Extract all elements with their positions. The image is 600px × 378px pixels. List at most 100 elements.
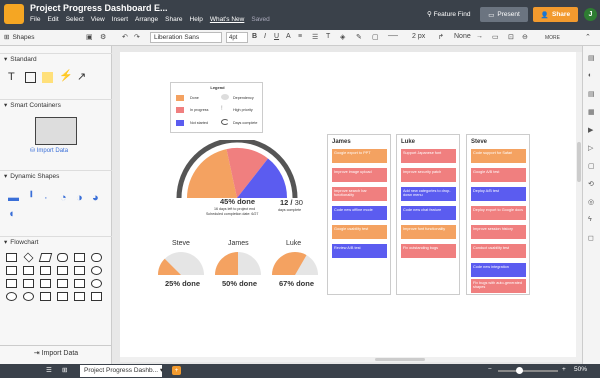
or-shape-icon[interactable] xyxy=(23,292,34,301)
document-title[interactable]: Project Progress Dashboard E... xyxy=(30,3,168,13)
preparation-shape-icon[interactable] xyxy=(40,266,51,275)
zoom-in-icon[interactable]: + xyxy=(562,366,566,373)
menu-view[interactable]: View xyxy=(91,16,105,23)
image-icon[interactable]: ▣ xyxy=(86,33,93,41)
menu-help[interactable]: Help xyxy=(190,16,203,23)
display-shape-icon[interactable] xyxy=(57,266,68,275)
task-card[interactable]: Code support for Safari xyxy=(471,149,526,163)
task-card[interactable]: Support Japanese font xyxy=(401,149,456,163)
zoom-out-icon[interactable]: − xyxy=(488,366,492,373)
task-card[interactable]: Deploy export to Google docs xyxy=(471,206,526,220)
font-size-select[interactable]: 4pt xyxy=(226,32,248,43)
bold-icon[interactable]: B xyxy=(252,33,257,40)
subprocess-shape-icon[interactable] xyxy=(6,266,17,275)
menu-select[interactable]: Select xyxy=(66,16,84,23)
task-card[interactable]: Code new offline mode xyxy=(332,206,387,220)
settings-icon[interactable]: ⚙ xyxy=(100,33,106,41)
task-card[interactable]: Improve session history xyxy=(471,225,526,239)
add-page-icon[interactable]: + xyxy=(172,366,181,375)
present-button[interactable]: ▭ Present xyxy=(480,7,528,22)
align-icon[interactable]: ≡ xyxy=(298,33,302,40)
vertical-scroll-thumb[interactable] xyxy=(577,142,581,182)
task-card[interactable]: Review A/B test xyxy=(332,244,387,258)
menu-share[interactable]: Share xyxy=(165,16,182,23)
link-icon[interactable]: ⊖ xyxy=(522,33,528,41)
arrow-end-icon[interactable]: → xyxy=(476,33,483,40)
note-shape-icon[interactable] xyxy=(42,72,53,83)
more-button[interactable]: MORE xyxy=(545,35,560,41)
zoom-slider[interactable] xyxy=(498,367,558,374)
section-dynamic-shapes[interactable]: ▾ Dynamic Shapes xyxy=(0,170,112,182)
arrow-shape-icon[interactable]: ↗ xyxy=(77,72,86,83)
page-settings-icon[interactable]: ▤ xyxy=(588,54,595,62)
task-card[interactable]: Google A/B test xyxy=(471,168,526,182)
zoom-level[interactable]: 50% xyxy=(574,366,587,373)
history-icon[interactable]: ⟲ xyxy=(588,180,594,188)
offpage-shape-icon[interactable] xyxy=(6,279,17,288)
annotation-shape-icon[interactable] xyxy=(91,292,102,301)
delay-shape-icon[interactable] xyxy=(57,279,68,288)
import-data-link[interactable]: ⛁ Import Data xyxy=(30,147,68,154)
menu-insert[interactable]: Insert xyxy=(112,16,128,23)
style-icon[interactable]: ▭ xyxy=(492,33,499,41)
loop-shape-icon[interactable] xyxy=(74,279,85,288)
menu-arrange[interactable]: Arrange xyxy=(135,16,158,23)
manual-input-shape-icon[interactable] xyxy=(23,266,34,275)
comment-icon[interactable]: ▢ xyxy=(588,162,595,170)
circle-shape-icon[interactable] xyxy=(91,279,102,288)
column-james[interactable]: James Google export to PPT Improve image… xyxy=(327,134,391,295)
shadow-icon[interactable]: ▢ xyxy=(372,33,379,41)
stroke-width-select[interactable]: 2 px xyxy=(412,33,425,40)
line-style-icon[interactable]: ── xyxy=(388,33,398,40)
fill-icon[interactable]: ◈ xyxy=(340,33,345,41)
card-shape-icon[interactable] xyxy=(74,266,85,275)
task-card[interactable]: Fix outstanding bugs xyxy=(401,244,456,258)
decision-shape-icon[interactable] xyxy=(23,252,34,263)
data-shape-icon[interactable] xyxy=(38,253,53,262)
share-button[interactable]: 👤 Share xyxy=(533,7,578,22)
feature-find-button[interactable]: ⚲ Feature Find xyxy=(427,10,470,18)
summing-shape-icon[interactable] xyxy=(6,292,17,301)
process-shape-icon[interactable] xyxy=(6,253,17,262)
dynamic-shape-6-icon[interactable]: ◕ xyxy=(92,193,99,204)
database-shape-icon[interactable] xyxy=(57,253,68,262)
page-tab[interactable]: Project Progress Dashb... ▾ xyxy=(80,365,163,377)
rectangle-shape-icon[interactable] xyxy=(25,72,36,83)
underline-icon[interactable]: U xyxy=(274,33,279,40)
menu-whats-new[interactable]: What's New xyxy=(210,16,244,23)
tape-shape-icon[interactable] xyxy=(74,292,85,301)
avatar[interactable]: J xyxy=(584,8,597,21)
text-style-icon[interactable]: T xyxy=(326,33,330,40)
format-icon[interactable]: ◐ xyxy=(588,72,592,79)
column-steve[interactable]: Steve Code support for Safari Google A/B… xyxy=(466,134,530,295)
font-select[interactable]: Liberation Sans xyxy=(150,32,222,43)
dynamic-shape-4-icon[interactable]: ◔ xyxy=(60,193,67,204)
task-card[interactable]: Improve image upload xyxy=(332,168,387,182)
task-card[interactable]: Improve search bar functionality xyxy=(332,187,387,201)
list-icon[interactable]: ☰ xyxy=(312,33,318,41)
redo-icon[interactable]: ↷ xyxy=(134,33,140,41)
lock-icon[interactable]: ⊡ xyxy=(508,33,514,41)
grid-view-icon[interactable]: ⊞ xyxy=(62,366,67,374)
italic-icon[interactable]: I xyxy=(264,33,266,40)
task-card[interactable]: Improve font functionality xyxy=(401,225,456,239)
section-smart-containers[interactable]: ▾ Smart Containers xyxy=(0,99,112,111)
task-card[interactable]: Code new chat feature xyxy=(401,206,456,220)
video-icon[interactable]: ▷ xyxy=(588,144,593,152)
section-standard[interactable]: ▾ Standard xyxy=(0,53,112,65)
arrow-start-select[interactable]: None xyxy=(454,33,471,40)
task-card[interactable]: Google usability test xyxy=(332,225,387,239)
sort-shape-icon[interactable] xyxy=(57,292,68,301)
task-card[interactable]: Improve security patch xyxy=(401,168,456,182)
connector-shape-icon[interactable] xyxy=(91,266,102,275)
task-card[interactable]: Conduct usability test xyxy=(471,244,526,258)
canvas[interactable]: Legend Done In progress Not started Depe… xyxy=(120,52,582,362)
line-color-icon[interactable]: ✎ xyxy=(356,33,362,41)
chat-icon[interactable]: ◻ xyxy=(588,234,594,242)
present-mode-icon[interactable]: ▶ xyxy=(588,126,593,134)
menu-file[interactable]: File xyxy=(30,16,40,23)
list-view-icon[interactable]: ☰ xyxy=(46,366,52,374)
import-data-button[interactable]: ⇥ Import Data xyxy=(0,345,112,362)
theme-icon[interactable]: ◎ xyxy=(588,198,594,206)
dynamic-shape-3-icon[interactable]: · xyxy=(44,193,48,204)
